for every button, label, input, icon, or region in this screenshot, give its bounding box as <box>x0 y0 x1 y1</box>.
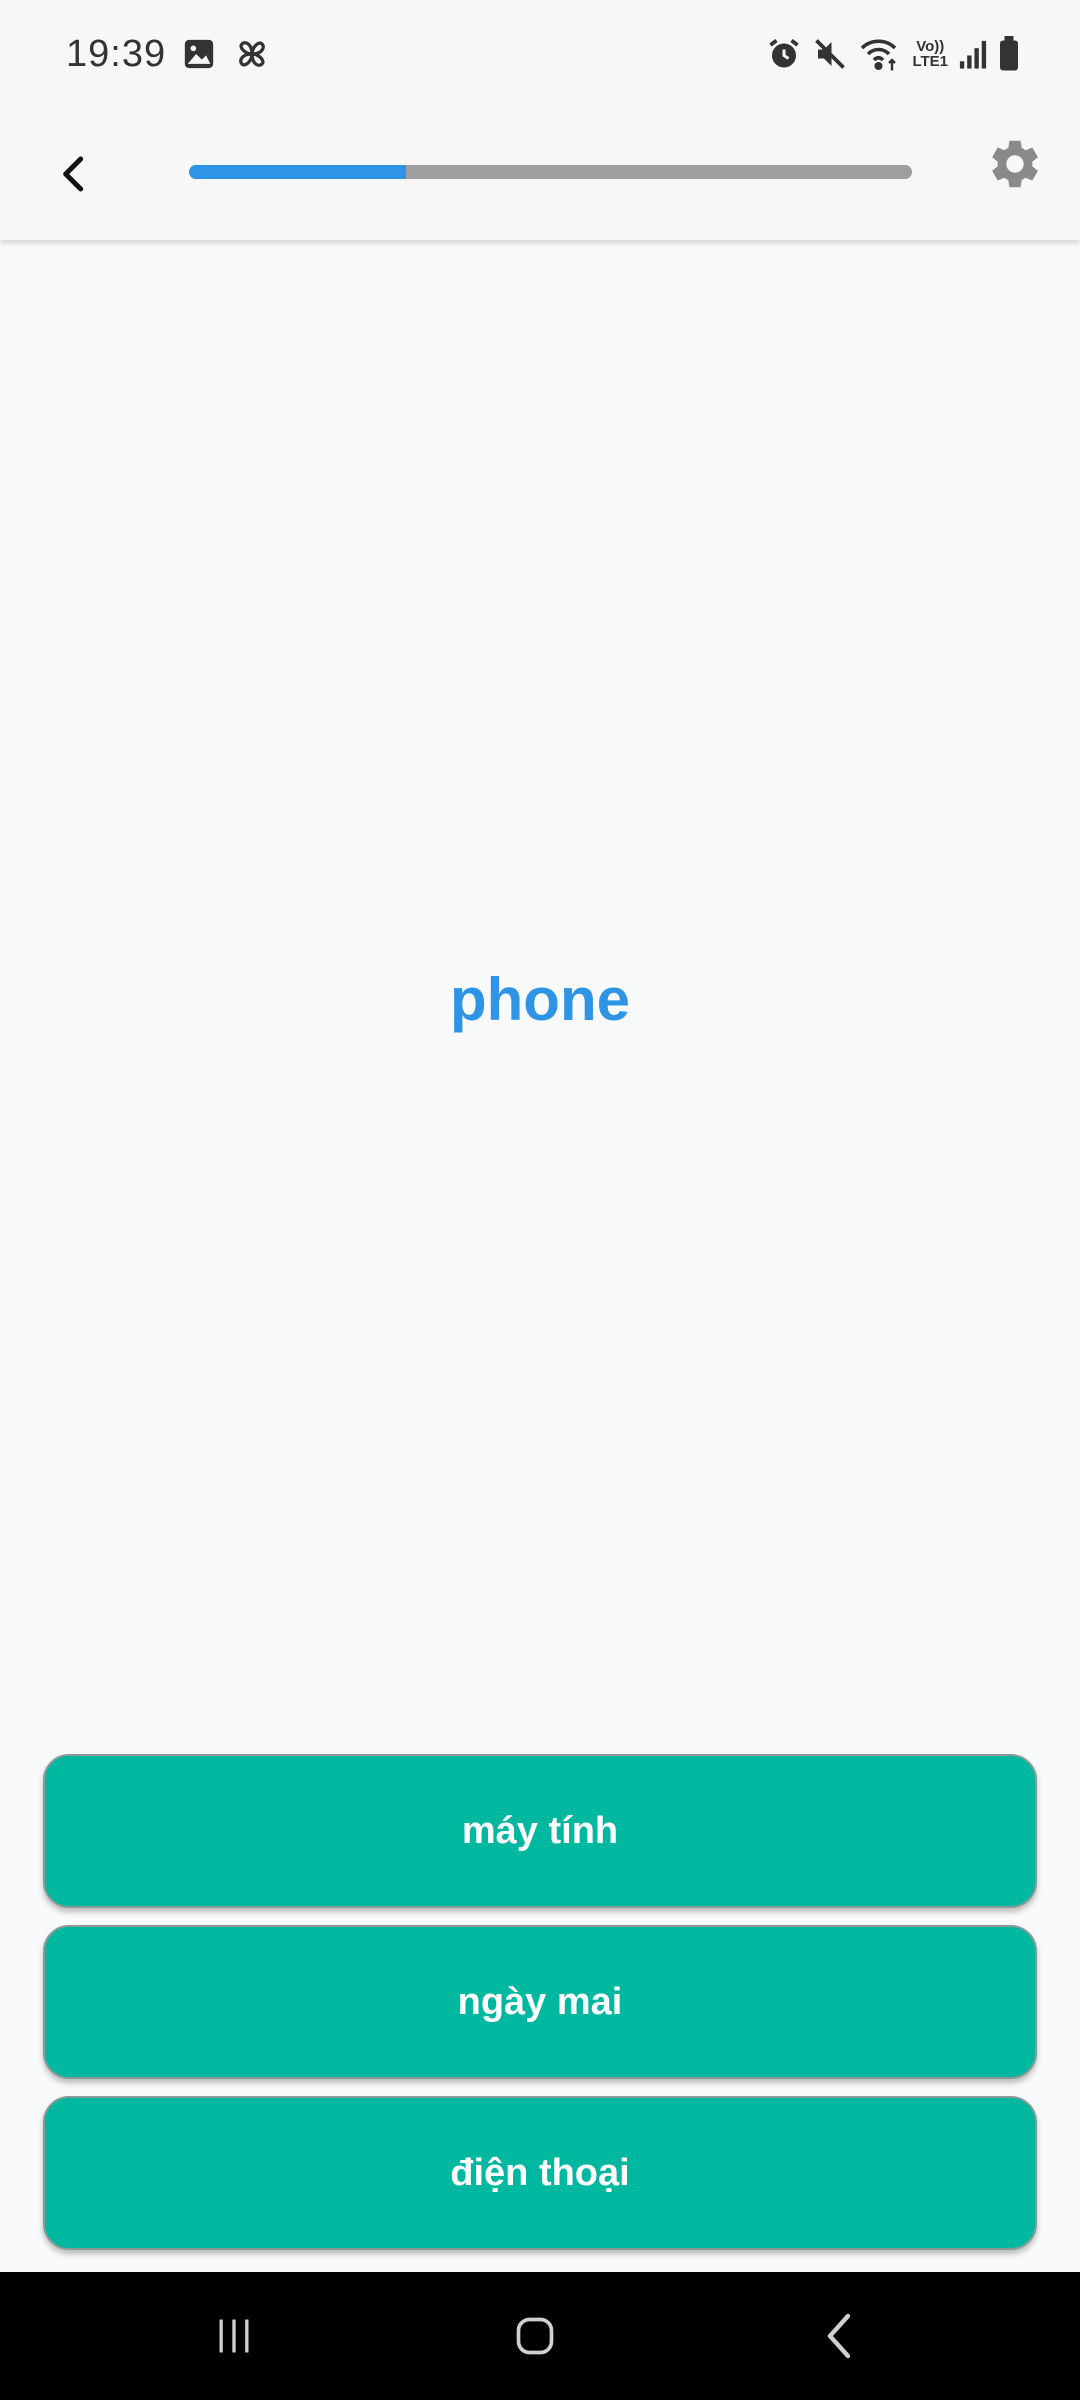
status-bar: 19:39 Vo)) LTE1 <box>0 0 1080 108</box>
back-button[interactable] <box>44 144 104 204</box>
status-time: 19:39 <box>66 32 167 75</box>
back-icon[interactable] <box>820 2312 860 2360</box>
settings-button[interactable] <box>985 134 1045 194</box>
volte-label-top: Vo)) <box>916 38 945 55</box>
pinwheel-icon <box>232 34 272 74</box>
question-word: phone <box>450 966 630 1033</box>
system-nav-bar <box>0 2272 1080 2400</box>
progress-bar <box>189 165 912 179</box>
status-right: Vo)) LTE1 <box>766 36 1020 72</box>
progress-fill <box>189 165 406 179</box>
volte-icon: Vo)) LTE1 <box>912 39 948 69</box>
answer-button-3[interactable]: điện thoại <box>43 2096 1037 2250</box>
volte-label-bottom: LTE1 <box>912 53 948 70</box>
alarm-icon <box>766 36 802 72</box>
app-bar <box>0 108 1080 240</box>
answer-button-2[interactable]: ngày mai <box>43 1925 1037 2079</box>
battery-icon <box>998 36 1020 72</box>
wifi-icon <box>858 36 902 72</box>
gallery-icon <box>182 37 216 71</box>
home-icon[interactable] <box>513 2314 557 2358</box>
answer-button-1[interactable]: máy tính <box>43 1754 1037 1908</box>
signal-icon <box>958 38 988 70</box>
chevron-left-icon <box>63 156 84 192</box>
mute-icon <box>812 36 848 72</box>
status-left: 19:39 <box>66 33 272 76</box>
recents-icon[interactable] <box>212 2314 256 2358</box>
gear-icon <box>992 140 1038 188</box>
